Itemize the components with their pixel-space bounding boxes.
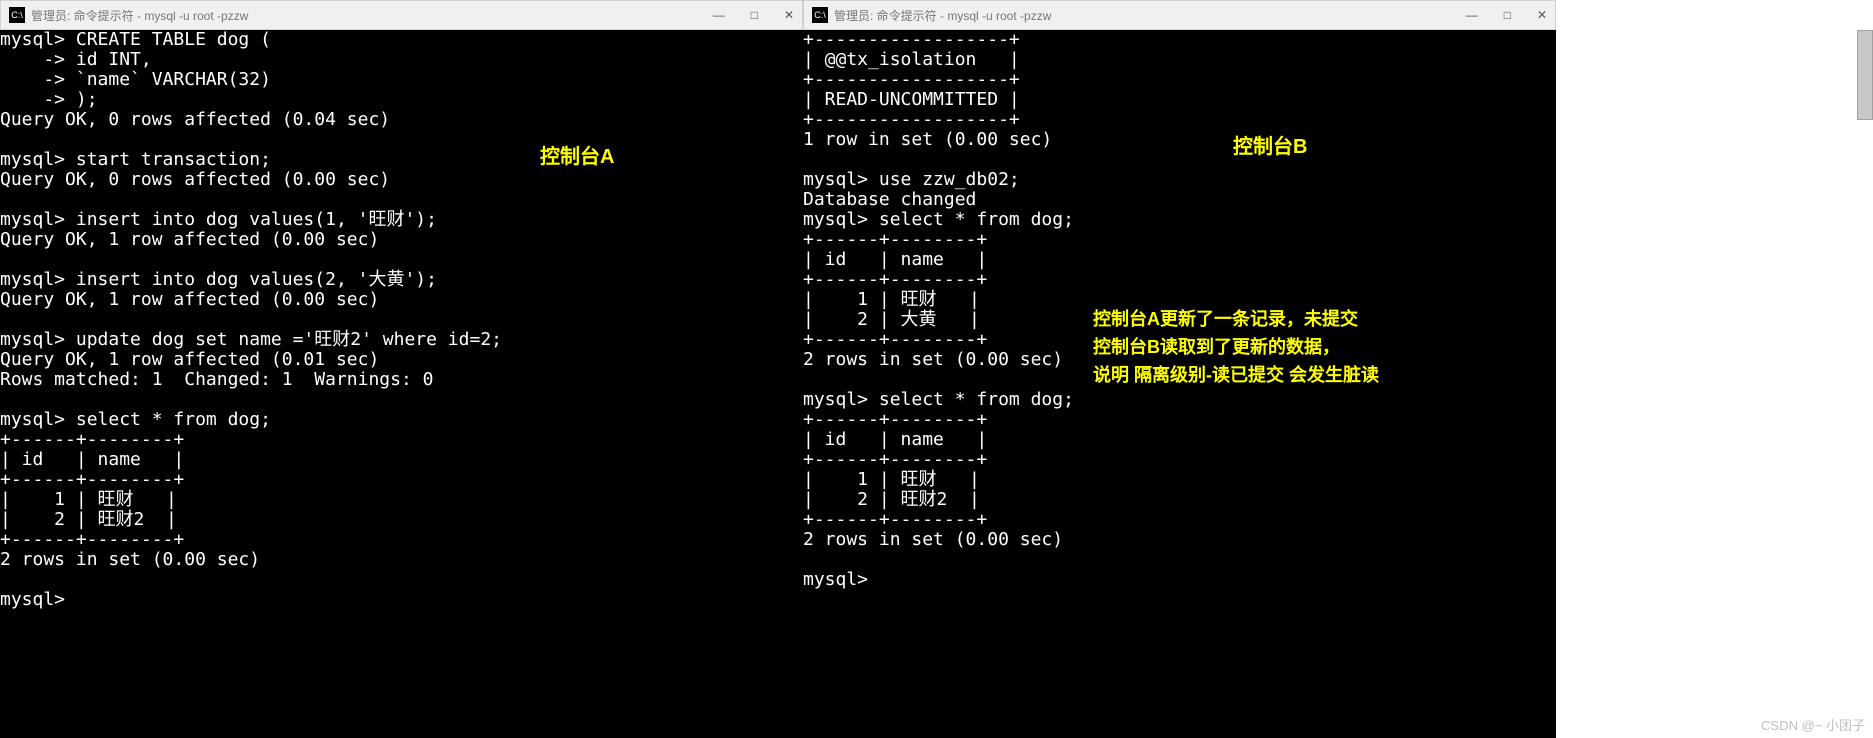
maximize-button-a[interactable]: □ <box>751 8 758 22</box>
close-button-b[interactable]: ✕ <box>1537 8 1547 22</box>
titlebar-a[interactable]: C:\ 管理员: 命令提示符 - mysql -u root -pzzw — □… <box>0 0 803 30</box>
console-window-b: C:\ 管理员: 命令提示符 - mysql -u root -pzzw — □… <box>803 0 1556 738</box>
titlebar-b[interactable]: C:\ 管理员: 命令提示符 - mysql -u root -pzzw — □… <box>803 0 1556 30</box>
watermark: CSDN @~ 小团子 <box>1761 715 1865 734</box>
window-title-a: 管理员: 命令提示符 - mysql -u root -pzzw <box>31 7 713 24</box>
window-title-b: 管理员: 命令提示符 - mysql -u root -pzzw <box>834 7 1466 24</box>
console-window-a: C:\ 管理员: 命令提示符 - mysql -u root -pzzw — □… <box>0 0 803 738</box>
terminal-output-a[interactable]: mysql> CREATE TABLE dog ( -> id INT, -> … <box>0 30 803 738</box>
minimize-button-b[interactable]: — <box>1466 8 1478 22</box>
blank-area <box>1556 0 1873 738</box>
minimize-button-a[interactable]: — <box>713 8 725 22</box>
terminal-output-b[interactable]: +------------------+ | @@tx_isolation | … <box>803 30 1556 738</box>
cmd-icon: C:\ <box>9 7 25 23</box>
scrollbar-thumb[interactable] <box>1857 30 1873 120</box>
close-button-a[interactable]: ✕ <box>784 8 794 22</box>
maximize-button-b[interactable]: □ <box>1504 8 1511 22</box>
cmd-icon: C:\ <box>812 7 828 23</box>
